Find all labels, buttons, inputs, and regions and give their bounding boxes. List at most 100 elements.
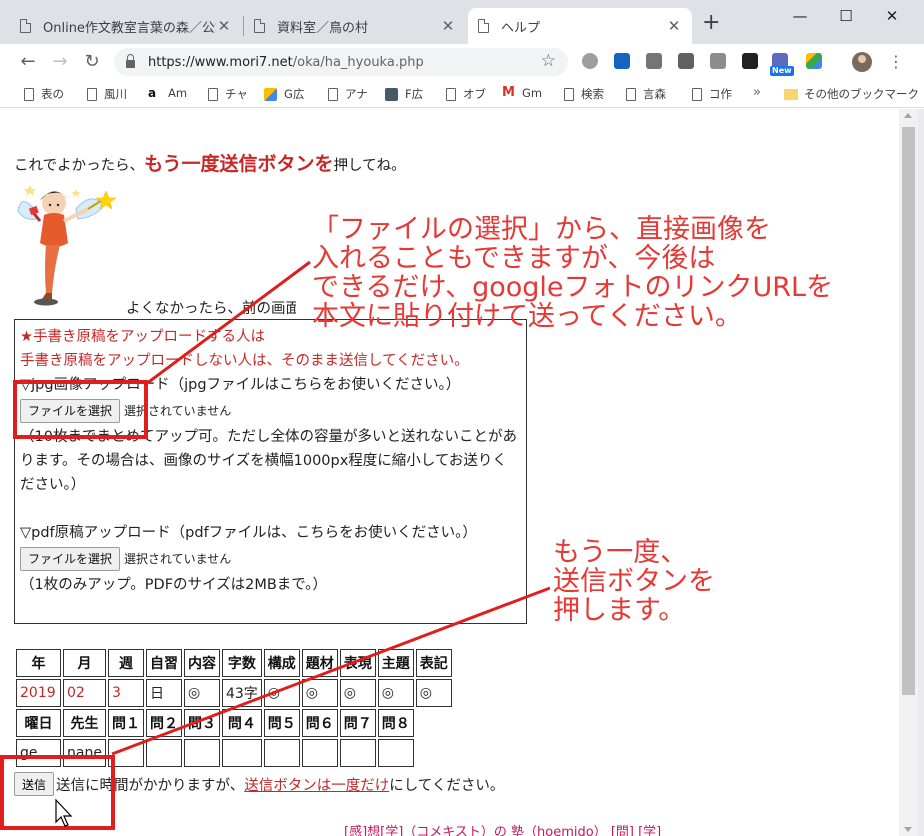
bookmark-item[interactable]: 検索 [564, 86, 604, 102]
drive-sync-icon[interactable] [582, 53, 598, 69]
bookmark-item[interactable]: アナ [328, 86, 368, 102]
annotation-note-send-again: もう一度、 送信ボタンを 押します。 [553, 537, 715, 626]
tab-title: ヘルプ [501, 20, 541, 36]
table-cell: ◎ [263, 679, 300, 707]
gmail-icon: M [502, 84, 515, 100]
table-cell [301, 739, 338, 767]
close-tab-icon[interactable]: ✕ [216, 17, 232, 35]
google-ads-icon [264, 87, 277, 101]
more-bookmarks-button[interactable]: » [753, 85, 761, 100]
address-bar[interactable]: https://www.mori7.net/oka/ha_hyouka.php … [114, 48, 568, 76]
month-value: 02 [63, 679, 106, 707]
bookmark-item[interactable]: 言森 [626, 86, 666, 102]
bookmark-item[interactable]: 表の [24, 86, 64, 102]
tab-title: 資料室／鳥の村 [277, 20, 369, 36]
bookmark-item[interactable]: 風川 [87, 86, 127, 102]
page-icon [626, 87, 636, 101]
page-icon [446, 87, 456, 101]
table-header-cell: 自習 [145, 649, 182, 677]
window-edge [918, 109, 924, 836]
new-tab-button[interactable]: + [702, 10, 720, 35]
table-cell: ◎ [339, 679, 376, 707]
table-header-cell: 曜日 [16, 709, 61, 737]
media-ext-icon[interactable] [742, 53, 758, 69]
document-icon [20, 19, 31, 33]
bookmark-item[interactable]: チャ [208, 86, 248, 102]
code-ext-icon[interactable] [710, 53, 726, 69]
table-header-cell: 問４ [221, 709, 262, 737]
tab-1[interactable]: Online作文教室言葉の森／公式 ✕ [10, 8, 242, 44]
page-icon [692, 87, 702, 101]
minimize-button[interactable]: — [777, 2, 823, 30]
url-path: /oka/ha_hyouka.php [292, 54, 424, 70]
vertical-scrollbar[interactable] [899, 109, 918, 836]
table-row: 2019 02 3 日 ◎ 43字 ◎ ◎ ◎ ◎ ◎ [16, 679, 452, 707]
bookmark-item[interactable]: コ作 [692, 86, 732, 102]
document-icon [254, 19, 265, 33]
grade-table: 年 月 週 自習 内容 字数 構成 題材 表現 主題 表記 2019 02 3 … [14, 647, 454, 769]
pdf-upload-note: （1枚のみアップ。PDFのサイズは2MBまで。） [20, 577, 327, 593]
table-header-cell: 表記 [415, 649, 452, 677]
bookmark-item[interactable]: オブ [446, 86, 486, 102]
profile-avatar[interactable] [852, 52, 872, 72]
table-cell [377, 739, 414, 767]
close-tab-icon[interactable]: ✕ [440, 17, 456, 35]
bookmark-star-icon[interactable]: ☆ [541, 51, 556, 71]
bookmark-item[interactable]: G広 [264, 86, 304, 102]
table-header-cell: 月 [63, 649, 106, 677]
not-good-text: よくなかったら、前の画面に戻ってね。 [126, 301, 296, 317]
confirm-prompt: これでよかったら、もう一度送信ボタンを押してね。 [14, 153, 406, 175]
close-window-button[interactable]: ✕ [869, 2, 915, 30]
google-drive-icon[interactable] [806, 53, 822, 69]
tab-bar: Online作文教室言葉の森／公式 ✕ 資料室／鳥の村 ✕ ヘルプ ✕ + — … [0, 0, 924, 44]
bookmark-item[interactable]: a Am [148, 86, 187, 100]
page-icon [564, 87, 574, 101]
table-cell: ◎ [183, 679, 220, 707]
maximize-button[interactable]: ☐ [823, 2, 869, 30]
table-header-cell: 週 [107, 649, 144, 677]
back-button[interactable]: ← [16, 50, 40, 74]
table-header-cell: 問６ [301, 709, 338, 737]
bookmark-item[interactable]: M Gm [502, 86, 542, 100]
pdf-file-select-button[interactable]: ファイルを選択 [20, 547, 121, 571]
table-header-cell: 問５ [263, 709, 300, 737]
check-ext-icon[interactable] [646, 53, 662, 69]
forward-button[interactable]: → [48, 50, 72, 74]
table-header-cell: 題材 [301, 649, 338, 677]
send-once-link[interactable]: 送信ボタンは一度だけ [244, 774, 389, 795]
page-ext-icon[interactable] [678, 53, 694, 69]
bookmark-ext-icon[interactable] [614, 53, 630, 69]
pdf-upload-label: ▽pdf原稿アップロード（pdfファイルは、こちらをお使いください。） [20, 525, 477, 541]
reload-button[interactable]: ↻ [80, 50, 104, 74]
table-header-cell: 問８ [377, 709, 414, 737]
scrollbar-thumb[interactable] [902, 127, 915, 695]
lock-icon [126, 54, 135, 68]
page-icon [328, 87, 338, 101]
highlight-box-send [0, 755, 115, 830]
close-tab-icon[interactable]: ✕ [666, 17, 682, 35]
bookmark-item[interactable]: F広 [385, 86, 423, 102]
pdf-file-status: 選択されていません [124, 552, 232, 566]
highlight-box-file-select [13, 380, 148, 439]
scroll-down-arrow-icon[interactable] [904, 827, 912, 832]
table-header-cell: 表現 [339, 649, 376, 677]
table-row: 年 月 週 自習 内容 字数 構成 題材 表現 主題 表記 [16, 649, 452, 677]
tab-3-active[interactable]: ヘルプ ✕ [468, 8, 692, 44]
table-header-cell: 問２ [145, 709, 182, 737]
table-header-cell: 問７ [339, 709, 376, 737]
table-cell [221, 739, 262, 767]
menu-icon[interactable]: ⋮ [888, 52, 904, 71]
scroll-up-arrow-icon[interactable] [904, 113, 912, 118]
new-badge: New [770, 66, 794, 76]
no-upload-note: 手書き原稿をアップロードしない人は、そのまま送信してください。 [20, 353, 469, 369]
pdf-file-row: ファイルを選択 選択されていません [20, 547, 521, 571]
page-icon [208, 87, 218, 101]
table-header-cell: 問３ [183, 709, 220, 737]
table-cell [339, 739, 376, 767]
table-cell: ◎ [415, 679, 452, 707]
tab-2[interactable]: 資料室／鳥の村 ✕ [244, 8, 466, 44]
other-bookmarks-folder[interactable]: その他のブックマーク [784, 86, 919, 102]
table-cell [263, 739, 300, 767]
ads-page-icon [385, 87, 398, 101]
